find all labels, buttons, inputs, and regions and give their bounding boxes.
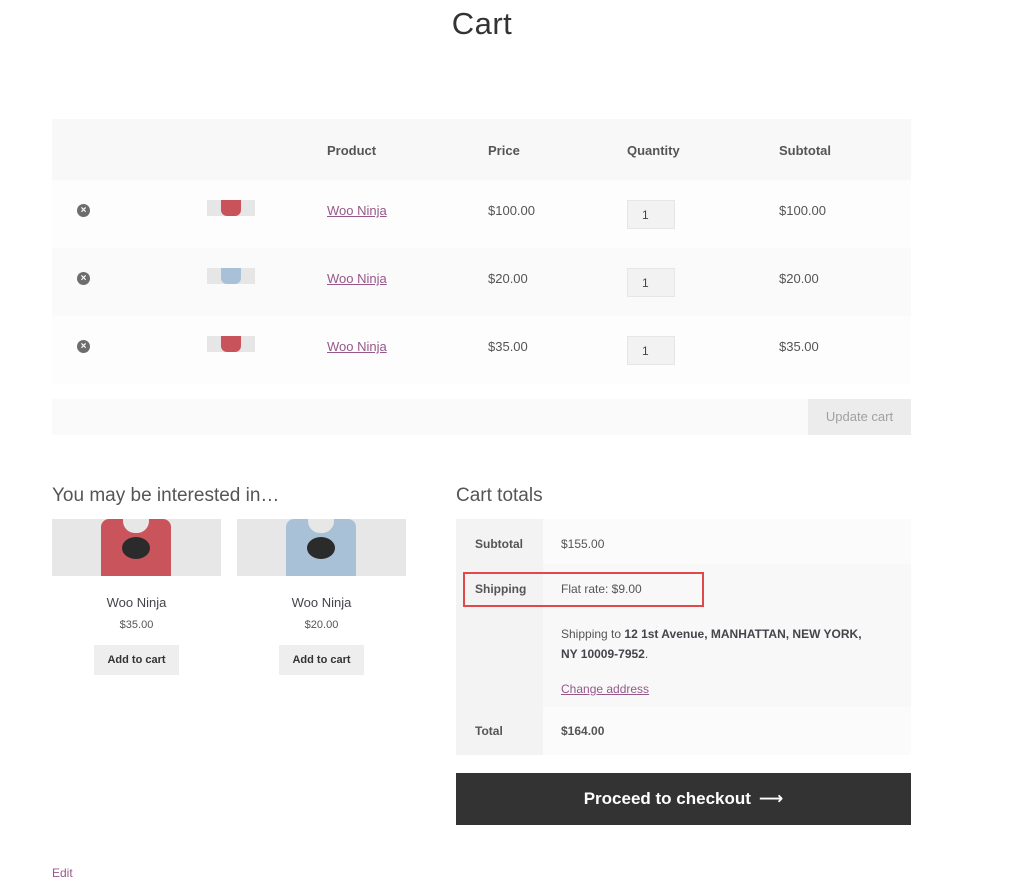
- product-link[interactable]: Woo Ninja: [327, 271, 387, 286]
- ninja-logo-icon: [122, 537, 150, 559]
- item-price: $20.00: [488, 271, 528, 286]
- ninja-logo-icon: [307, 537, 335, 559]
- product-thumbnail[interactable]: [207, 336, 255, 352]
- cart-row: × Woo Ninja $100.00 1 $100.00: [52, 180, 911, 248]
- product-price: $35.00: [119, 619, 154, 631]
- subtotal-row: Subtotal $155.00: [456, 519, 911, 564]
- item-subtotal: $35.00: [779, 339, 819, 354]
- shipping-to-suffix: .: [644, 647, 649, 661]
- cart-totals-table: Subtotal $155.00 Shipping Flat rate: $9.…: [456, 519, 911, 755]
- proceed-to-checkout-button[interactable]: Proceed to checkout ⟶: [456, 773, 911, 825]
- item-price: $35.00: [488, 339, 528, 354]
- total-row: Total $164.00: [456, 707, 911, 755]
- header-quantity: Quantity: [627, 143, 680, 158]
- cross-sells-title: You may be interested in…: [52, 485, 280, 506]
- quantity-input[interactable]: 1: [627, 336, 675, 365]
- product-title[interactable]: Woo Ninja: [237, 595, 406, 610]
- remove-item-icon[interactable]: ×: [77, 272, 90, 285]
- product-link[interactable]: Woo Ninja: [327, 203, 387, 218]
- item-price: $100.00: [488, 203, 535, 218]
- arrow-right-icon: ⟶: [758, 789, 784, 808]
- header-product: Product: [327, 143, 377, 158]
- shirt-image: [221, 268, 241, 284]
- shipping-highlight-box: [463, 572, 704, 607]
- update-cart-button[interactable]: Update cart: [808, 399, 911, 435]
- cart-row: × Woo Ninja $20.00 1 $20.00: [52, 248, 911, 316]
- product-card: Woo Ninja $35.00 Add to cart: [52, 519, 221, 675]
- total-value: $164.00: [543, 707, 911, 755]
- header-subtotal: Subtotal: [779, 143, 831, 158]
- checkout-label: Proceed to checkout: [583, 789, 751, 808]
- page-title: Cart: [451, 6, 513, 41]
- change-address-link[interactable]: Change address: [561, 682, 649, 696]
- shipping-to-prefix: Shipping to: [561, 627, 625, 641]
- product-thumbnail[interactable]: [207, 268, 255, 284]
- cart-table: Product Price Quantity Subtotal × Woo Ni…: [52, 119, 911, 384]
- shirt-image: [221, 336, 241, 352]
- product-image[interactable]: [52, 519, 221, 576]
- total-label: Total: [456, 707, 543, 755]
- quantity-input[interactable]: 1: [627, 268, 675, 297]
- edit-link[interactable]: Edit: [52, 866, 73, 880]
- product-thumbnail[interactable]: [207, 200, 255, 216]
- product-image[interactable]: [237, 519, 406, 576]
- item-subtotal: $100.00: [779, 203, 826, 218]
- shipping-destination: Shipping to 12 1st Avenue, MANHATTAN, NE…: [561, 624, 881, 664]
- subtotal-value: $155.00: [543, 519, 911, 564]
- item-subtotal: $20.00: [779, 271, 819, 286]
- cart-totals-title: Cart totals: [456, 485, 543, 506]
- add-to-cart-button[interactable]: Add to cart: [94, 645, 179, 675]
- product-price: $20.00: [304, 619, 339, 631]
- product-card: Woo Ninja $20.00 Add to cart: [237, 519, 406, 675]
- remove-item-icon[interactable]: ×: [77, 340, 90, 353]
- header-price: Price: [488, 143, 520, 158]
- shirt-image: [221, 200, 241, 216]
- add-to-cart-button[interactable]: Add to cart: [279, 645, 364, 675]
- subtotal-label: Subtotal: [456, 519, 543, 564]
- cart-actions: Update cart: [52, 399, 911, 435]
- product-title[interactable]: Woo Ninja: [52, 595, 221, 610]
- cart-table-header: Product Price Quantity Subtotal: [52, 119, 911, 180]
- cart-row: × Woo Ninja $35.00 1 $35.00: [52, 316, 911, 384]
- quantity-input[interactable]: 1: [627, 200, 675, 229]
- remove-item-icon[interactable]: ×: [77, 204, 90, 217]
- product-link[interactable]: Woo Ninja: [327, 339, 387, 354]
